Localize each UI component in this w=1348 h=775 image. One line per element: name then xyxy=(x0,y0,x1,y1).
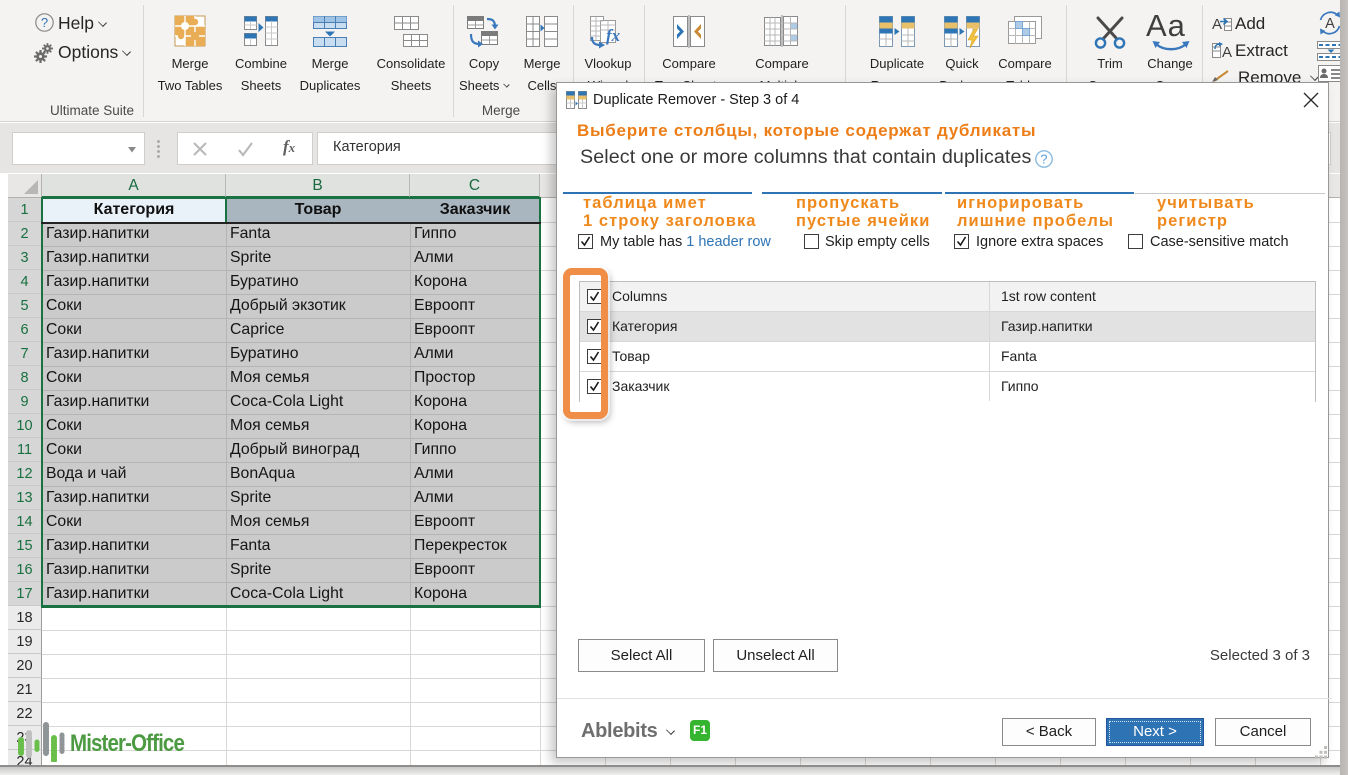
svg-text:fx: fx xyxy=(606,26,621,45)
svg-text:Mister-Office: Mister-Office xyxy=(70,730,185,757)
svg-text:?: ? xyxy=(1041,153,1048,167)
svg-text:A: A xyxy=(1222,44,1232,60)
svg-text:A: A xyxy=(1212,16,1222,33)
svg-text:A: A xyxy=(1325,16,1335,32)
svg-text:?: ? xyxy=(41,15,48,30)
